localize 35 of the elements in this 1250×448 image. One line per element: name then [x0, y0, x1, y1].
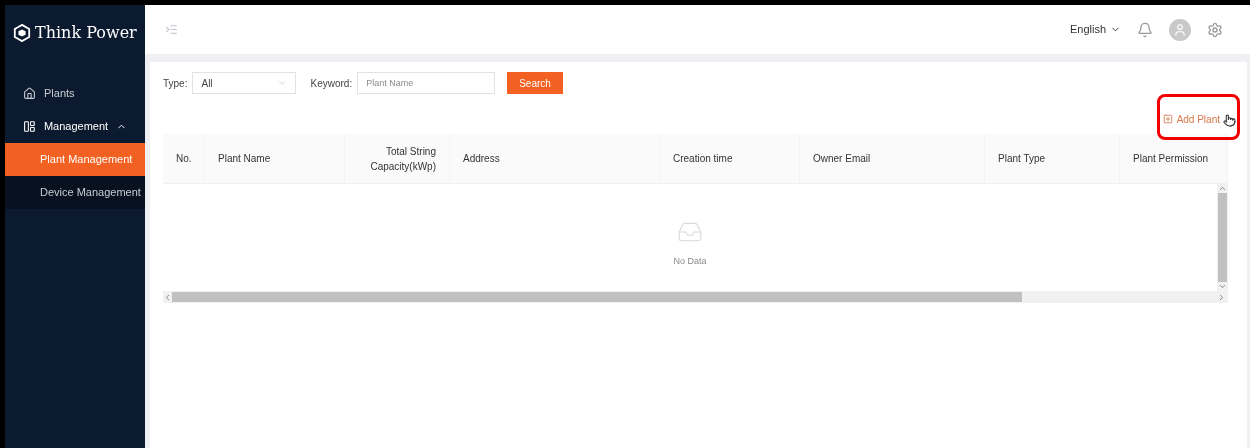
bell-icon[interactable]	[1137, 21, 1153, 38]
type-select[interactable]: All	[192, 72, 297, 94]
settings-icon[interactable]	[1207, 21, 1223, 38]
type-label: Type:	[163, 76, 188, 91]
horizontal-scrollbar[interactable]	[163, 291, 1228, 303]
scroll-left-icon[interactable]	[163, 292, 172, 302]
scroll-down-icon[interactable]	[1218, 282, 1227, 291]
column-header: Address	[450, 134, 660, 183]
sidebar-group[interactable]: Management	[5, 110, 145, 143]
chevron-down-icon	[277, 78, 288, 88]
empty-text: No Data	[673, 255, 707, 268]
plus-icon	[1162, 114, 1173, 124]
logo-icon	[13, 23, 31, 42]
avatar[interactable]	[1169, 18, 1191, 41]
vertical-scrollbar[interactable]	[1217, 184, 1228, 291]
column-header: Owner Email	[800, 134, 985, 183]
hand-cursor-icon	[1223, 114, 1236, 127]
scroll-up-icon[interactable]	[1218, 184, 1227, 193]
keyword-field[interactable]: Plant Name	[357, 72, 496, 94]
user-icon	[1173, 22, 1187, 37]
column-header: Creation time	[660, 134, 800, 183]
column-header: No.	[163, 134, 205, 183]
keyword-label: Keyword:	[310, 76, 353, 91]
sidebar-item[interactable]: Plants	[5, 77, 145, 110]
column-header: Plant Type	[985, 134, 1120, 183]
brand-name: Think Power	[35, 21, 137, 44]
home-icon	[23, 87, 36, 100]
column-header: Plant Name	[205, 134, 345, 183]
column-header: Total String Capacity(kWp)	[345, 134, 450, 183]
panel-icon	[23, 120, 36, 133]
column-header: Plant Permission	[1120, 134, 1228, 183]
language-select[interactable]: English	[1069, 21, 1121, 38]
menu-toggle-icon[interactable]	[165, 23, 178, 36]
sidebar-subitem[interactable]: Device Management	[5, 176, 145, 209]
scroll-right-icon[interactable]	[1217, 292, 1226, 302]
